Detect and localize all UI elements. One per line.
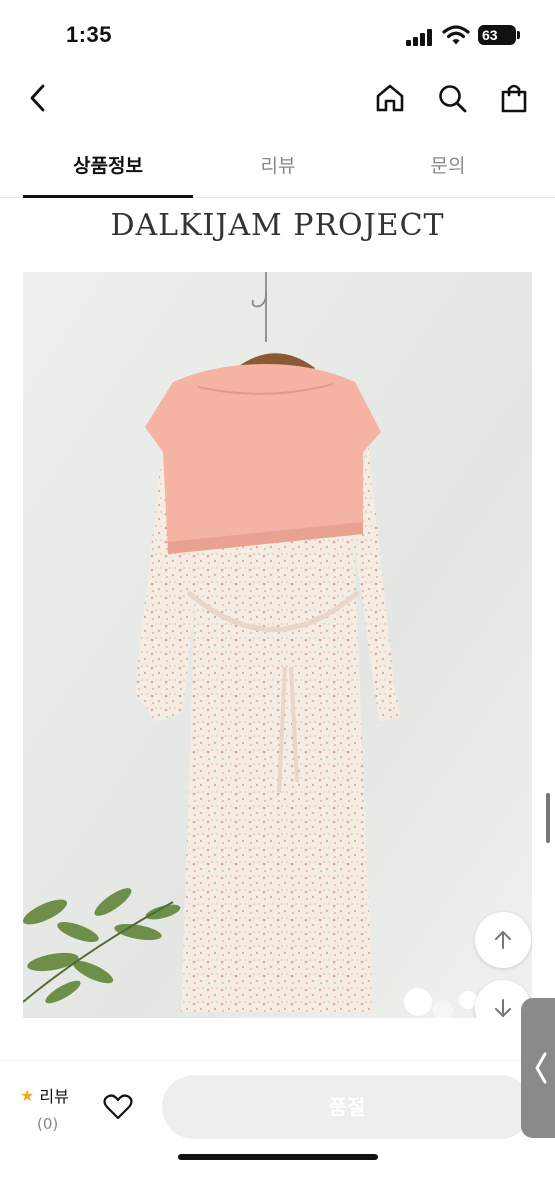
review-label: 리뷰: [39, 1087, 69, 1106]
review-count: (0): [37, 1115, 59, 1133]
scroll-up-button[interactable]: [475, 912, 531, 968]
wishlist-heart-button[interactable]: [100, 1089, 136, 1125]
content-spacer: [0, 1018, 555, 1060]
cellular-signal-icon: [406, 28, 436, 46]
tab-product-info[interactable]: 상품정보: [23, 134, 193, 198]
chevron-left-icon: [535, 1052, 547, 1084]
tab-reviews[interactable]: 리뷰: [193, 134, 363, 198]
brand-logo: DALKIJAM PROJECT: [110, 208, 445, 243]
product-tabs: 상품정보 리뷰 문의: [0, 134, 555, 198]
home-indicator: [178, 1154, 378, 1160]
review-summary[interactable]: ★ 리뷰 (0): [20, 1083, 69, 1134]
wifi-icon: [442, 24, 470, 46]
scrollbar[interactable]: [546, 793, 550, 843]
side-drawer-handle[interactable]: [521, 998, 555, 1138]
status-bar: 1:35 63: [0, 0, 555, 64]
active-tab-indicator: [23, 195, 193, 198]
status-time: 1:35: [66, 22, 113, 47]
search-icon[interactable]: [432, 78, 472, 118]
arrow-up-icon: [495, 931, 511, 949]
star-icon: ★: [20, 1085, 35, 1105]
arrow-down-icon: [495, 999, 511, 1017]
battery-icon: 63: [478, 25, 520, 45]
bottom-action-bar: ★ 리뷰 (0) 품절: [0, 1060, 555, 1200]
home-icon[interactable]: [370, 78, 410, 118]
back-chevron-icon[interactable]: [18, 78, 58, 118]
heart-icon: [103, 1094, 133, 1120]
shopping-bag-icon[interactable]: [494, 78, 534, 118]
soldout-button[interactable]: 품절: [162, 1075, 532, 1139]
tab-inquiry[interactable]: 문의: [363, 134, 533, 198]
nav-bar: [0, 64, 555, 134]
product-image: [23, 272, 532, 1018]
